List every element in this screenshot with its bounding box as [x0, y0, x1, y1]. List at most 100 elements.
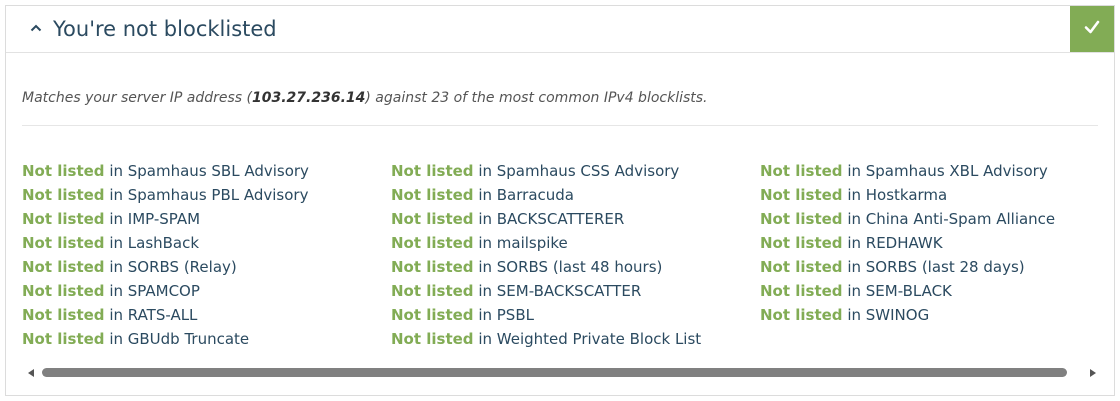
blocklist-entry: Not listed in China Anti-Spam Alliance	[760, 207, 1120, 231]
entry-connector: in	[104, 282, 128, 300]
description-suffix: ) against 23 of the most common IPv4 blo…	[365, 90, 708, 106]
blocklist-name: SORBS (Relay)	[127, 258, 237, 276]
listing-status: Not listed	[760, 210, 843, 228]
blocklist-name: Spamhaus PBL Advisory	[127, 186, 309, 204]
blocklist-entry: Not listed in SORBS (last 48 hours)	[391, 255, 751, 279]
entry-connector: in	[842, 306, 866, 324]
blocklist-entry: Not listed in Weighted Private Block Lis…	[391, 327, 751, 351]
blocklist-name: mailspike	[496, 234, 568, 252]
entry-connector: in	[473, 234, 497, 252]
blocklist-column-3: Not listed in Spamhaus XBL Advisory Not l…	[760, 159, 1120, 327]
listing-status: Not listed	[22, 330, 105, 348]
scroll-left-arrow-icon[interactable]	[28, 369, 34, 377]
entry-connector: in	[104, 306, 128, 324]
listing-status: Not listed	[760, 282, 843, 300]
entry-connector: in	[473, 258, 497, 276]
entry-connector: in	[473, 210, 497, 228]
blocklist-entry: Not listed in PSBL	[391, 303, 751, 327]
entry-connector: in	[473, 330, 497, 348]
checkmark-icon	[1083, 18, 1101, 40]
blocklist-entry: Not listed in Barracuda	[391, 183, 751, 207]
entry-connector: in	[104, 186, 128, 204]
blocklist-column-2: Not listed in Spamhaus CSS Advisory Not l…	[391, 159, 751, 351]
entry-connector: in	[104, 234, 128, 252]
server-ip: 103.27.236.14	[252, 90, 366, 106]
blocklist-entry: Not listed in SORBS (last 28 days)	[760, 255, 1120, 279]
blocklist-name: Barracuda	[496, 186, 574, 204]
blocklist-entry: Not listed in LashBack	[22, 231, 382, 255]
listing-status: Not listed	[760, 234, 843, 252]
blocklist-entry: Not listed in Spamhaus XBL Advisory	[760, 159, 1120, 183]
entry-connector: in	[473, 282, 497, 300]
listing-status: Not listed	[391, 306, 474, 324]
entry-connector: in	[842, 210, 866, 228]
entry-connector: in	[842, 258, 866, 276]
blocklist-name: SORBS (last 48 hours)	[496, 258, 663, 276]
panel-title: You're not blocklisted	[53, 17, 277, 41]
blocklist-name: RATS-ALL	[127, 306, 198, 324]
listing-status: Not listed	[22, 306, 105, 324]
blocklist-entry: Not listed in GBUdb Truncate	[22, 327, 382, 351]
blocklist-panel: You're not blocklisted Matches your serv…	[5, 5, 1115, 396]
listing-status: Not listed	[391, 210, 474, 228]
listing-status: Not listed	[22, 162, 105, 180]
blocklist-column-1: Not listed in Spamhaus SBL Advisory Not l…	[22, 159, 382, 351]
blocklist-name: SEM-BACKSCATTER	[496, 282, 642, 300]
divider	[22, 125, 1098, 126]
blocklist-name: SEM-BLACK	[865, 282, 952, 300]
status-badge	[1070, 6, 1114, 52]
blocklist-entry: Not listed in IMP-SPAM	[22, 207, 382, 231]
horizontal-scrollbar[interactable]	[22, 366, 1100, 380]
blocklist-name: REDHAWK	[865, 234, 943, 252]
blocklist-name: Spamhaus CSS Advisory	[496, 162, 680, 180]
listing-status: Not listed	[760, 306, 843, 324]
entry-connector: in	[473, 162, 497, 180]
entry-connector: in	[842, 234, 866, 252]
blocklist-entry: Not listed in Spamhaus CSS Advisory	[391, 159, 751, 183]
blocklist-name: Hostkarma	[865, 186, 948, 204]
blocklist-name: Spamhaus SBL Advisory	[127, 162, 309, 180]
entry-connector: in	[842, 162, 866, 180]
listing-status: Not listed	[391, 186, 474, 204]
entry-connector: in	[104, 162, 128, 180]
description-text: Matches your server IP address (103.27.2…	[22, 88, 708, 108]
blocklist-entry: Not listed in RATS-ALL	[22, 303, 382, 327]
listing-status: Not listed	[760, 162, 843, 180]
listing-status: Not listed	[22, 234, 105, 252]
entry-connector: in	[473, 186, 497, 204]
listing-status: Not listed	[22, 186, 105, 204]
blocklist-entry: Not listed in mailspike	[391, 231, 751, 255]
listing-status: Not listed	[391, 234, 474, 252]
chevron-up-icon[interactable]	[30, 16, 42, 32]
listing-status: Not listed	[391, 258, 474, 276]
blocklist-name: SWINOG	[865, 306, 930, 324]
blocklist-name: Weighted Private Block List	[496, 330, 702, 348]
entry-connector: in	[104, 210, 128, 228]
blocklist-entry: Not listed in SPAMCOP	[22, 279, 382, 303]
blocklist-name: SORBS (last 28 days)	[865, 258, 1025, 276]
listing-status: Not listed	[22, 282, 105, 300]
listing-status: Not listed	[22, 258, 105, 276]
blocklist-name: PSBL	[496, 306, 534, 324]
listing-status: Not listed	[391, 330, 474, 348]
blocklist-name: LashBack	[127, 234, 200, 252]
blocklist-name: GBUdb Truncate	[127, 330, 250, 348]
blocklist-entry: Not listed in Hostkarma	[760, 183, 1120, 207]
panel-header[interactable]: You're not blocklisted	[6, 6, 1114, 53]
listing-status: Not listed	[760, 186, 843, 204]
entry-connector: in	[104, 258, 128, 276]
blocklist-name: China Anti-Spam Alliance	[865, 210, 1056, 228]
blocklist-entry: Not listed in Spamhaus PBL Advisory	[22, 183, 382, 207]
blocklist-name: Spamhaus XBL Advisory	[865, 162, 1048, 180]
blocklist-entry: Not listed in SEM-BLACK	[760, 279, 1120, 303]
listing-status: Not listed	[22, 210, 105, 228]
scroll-right-arrow-icon[interactable]	[1090, 369, 1096, 377]
scroll-thumb[interactable]	[42, 368, 1067, 377]
listing-status: Not listed	[760, 258, 843, 276]
entry-connector: in	[842, 186, 866, 204]
blocklist-entry: Not listed in SEM-BACKSCATTER	[391, 279, 751, 303]
blocklist-entry: Not listed in BACKSCATTERER	[391, 207, 751, 231]
blocklist-name: SPAMCOP	[127, 282, 200, 300]
blocklist-name: IMP-SPAM	[127, 210, 201, 228]
blocklist-entry: Not listed in SWINOG	[760, 303, 1120, 327]
